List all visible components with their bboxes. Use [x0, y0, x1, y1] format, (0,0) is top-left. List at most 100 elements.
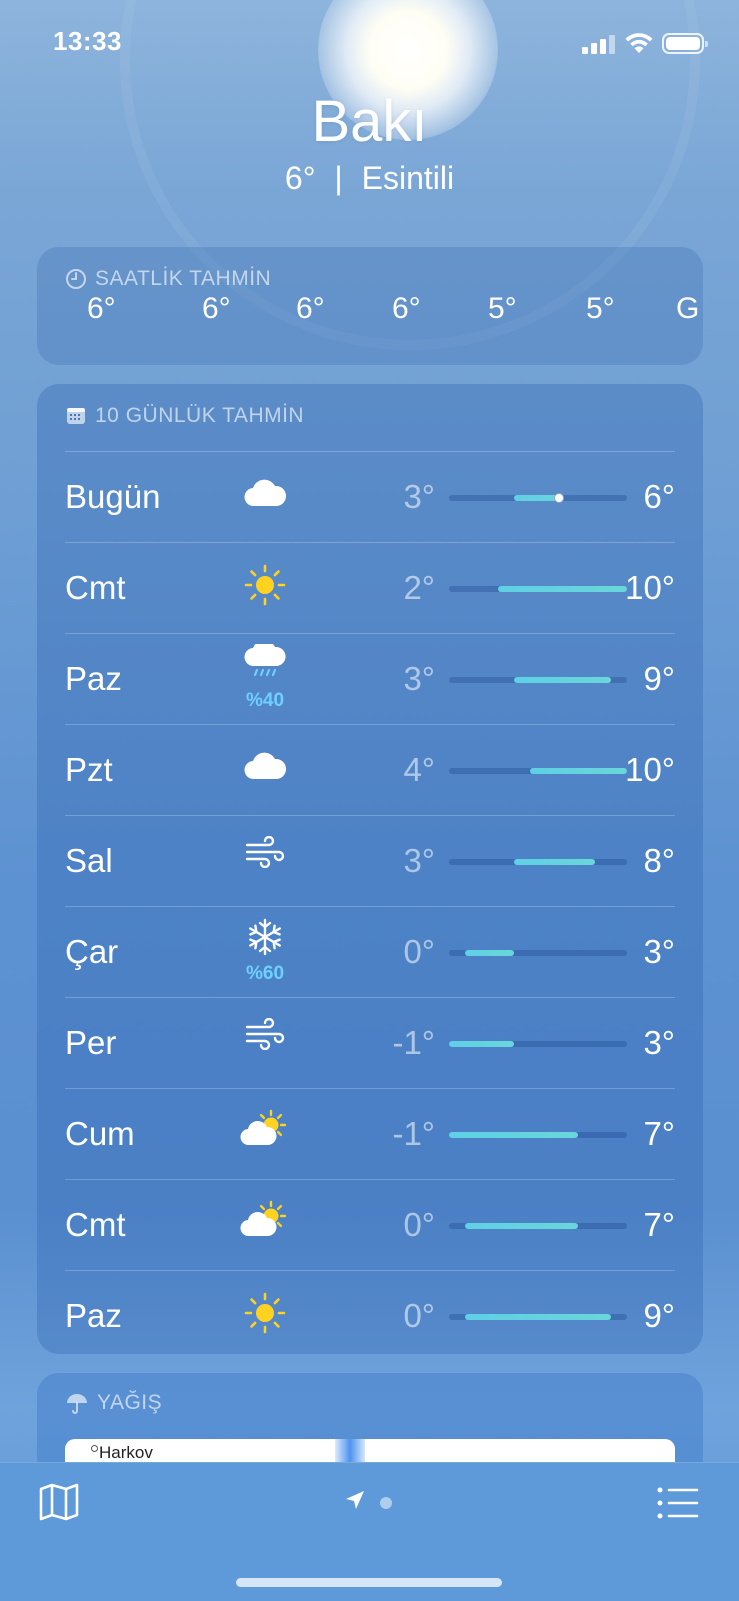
forecast-day: Per [65, 1024, 117, 1061]
low-temp: 4° [403, 751, 435, 788]
temp-range-bar [449, 1041, 627, 1047]
partly-cloudy-icon [235, 1198, 295, 1254]
tab-bar [0, 1462, 739, 1601]
temp-range-fill [513, 677, 611, 683]
high-temp: 3° [643, 933, 675, 970]
summary-separator: | [334, 160, 343, 196]
low-temp: -1° [392, 1115, 435, 1152]
forecast-row[interactable]: Bugün 3° 6° [65, 451, 675, 542]
temp-range-fill [465, 950, 514, 956]
signal-icon [582, 34, 616, 54]
list-icon[interactable] [657, 1487, 699, 1519]
home-indicator [236, 1578, 502, 1587]
temp-range-fill [513, 859, 595, 865]
map-city-label: Harkov [99, 1443, 153, 1462]
high-temp: 9° [643, 1297, 675, 1334]
hourly-title: SAATLİK TAHMİN [95, 267, 272, 290]
forecast-day: Çar [65, 933, 119, 970]
status-bar: 13:33 [0, 0, 739, 90]
low-temp: 0° [403, 1206, 435, 1243]
high-temp: 6° [643, 478, 675, 515]
forecast-row[interactable]: Cmt 0° 7° [65, 1179, 675, 1270]
high-temp: 7° [643, 1206, 675, 1243]
battery-icon [662, 33, 708, 54]
temp-range-fill [465, 1314, 611, 1320]
hourly-temp: 6° [202, 296, 231, 325]
cloud-icon [235, 470, 295, 526]
hourly-temp: G [676, 296, 700, 325]
forecast-row[interactable]: Paz %40 3° 9° [65, 633, 675, 724]
snowflake-icon: %60 [235, 918, 295, 984]
sun-icon [235, 1289, 295, 1345]
forecast-row[interactable]: Sal 3° 8° [65, 815, 675, 906]
hourly-temp: 6° [392, 296, 421, 325]
temp-range-bar [449, 1223, 627, 1229]
forecast-day: Bugün [65, 478, 161, 515]
daily-header: 10 GÜNLÜK TAHMİN [65, 404, 304, 428]
hourly-temp: 6° [296, 296, 325, 325]
cloud-rain-icon: %40 [235, 644, 295, 711]
temp-range-bar [449, 677, 627, 683]
forecast-row[interactable]: Pzt 4° 10° [65, 724, 675, 815]
umbrella-icon [67, 1394, 87, 1414]
low-temp: -1° [392, 1024, 435, 1061]
wifi-icon [625, 33, 653, 53]
precip-title: YAĞIŞ [97, 1391, 163, 1414]
low-temp: 3° [403, 660, 435, 697]
high-temp: 10° [625, 751, 675, 788]
temp-range-fill [497, 586, 627, 592]
low-temp: 2° [403, 569, 435, 606]
low-temp: 3° [403, 478, 435, 515]
temp-range-bar [449, 950, 627, 956]
forecast-day: Cmt [65, 1206, 126, 1243]
partly-cloudy-icon [235, 1107, 295, 1163]
current-condition: Esintili [361, 160, 455, 196]
forecast-day: Paz [65, 1297, 122, 1334]
current-summary: 6° | Esintili [0, 160, 739, 197]
hourly-temp: 6° [87, 296, 116, 325]
wind-icon [235, 1016, 295, 1072]
location-arrow-icon[interactable] [344, 1489, 366, 1511]
high-temp: 10° [625, 569, 675, 606]
temp-range-bar [449, 768, 627, 774]
low-temp: 3° [403, 842, 435, 879]
ten-day-forecast-card[interactable]: 10 GÜNLÜK TAHMİN Bugün 3° 6° Cmt 2° 10° Paz %40… [37, 384, 703, 1354]
hourly-header: SAATLİK TAHMİN [65, 267, 271, 291]
forecast-day: Cum [65, 1115, 135, 1152]
forecast-row[interactable]: Per -1° 3° [65, 997, 675, 1088]
high-temp: 9° [643, 660, 675, 697]
precip-chance: %60 [245, 963, 285, 984]
low-temp: 0° [403, 1297, 435, 1334]
daily-title: 10 GÜNLÜK TAHMİN [95, 404, 305, 427]
forecast-row[interactable]: Çar %60 0° 3° [65, 906, 675, 997]
temp-range-bar [449, 586, 627, 592]
current-temp-dot [554, 493, 565, 503]
city-name: Bakı [311, 89, 428, 154]
temp-range-bar [449, 493, 627, 503]
temp-range-fill [449, 1041, 514, 1047]
high-temp: 3° [643, 1024, 675, 1061]
forecast-row[interactable]: Cum -1° 7° [65, 1088, 675, 1179]
temp-range-bar [449, 1314, 627, 1320]
forecast-day: Cmt [65, 569, 126, 606]
forecast-row[interactable]: Cmt 2° 10° [65, 542, 675, 633]
high-temp: 7° [643, 1115, 675, 1152]
forecast-day: Pzt [65, 751, 113, 788]
precip-header: YAĞIŞ [65, 1391, 162, 1415]
forecast-row[interactable]: Paz 0° 9° [65, 1270, 675, 1354]
forecast-day: Sal [65, 842, 113, 879]
temp-range-bar [449, 1132, 627, 1138]
temp-range-fill [449, 1132, 579, 1138]
low-temp: 0° [403, 933, 435, 970]
page-indicator-dot[interactable] [380, 1497, 392, 1509]
temp-range-fill [529, 768, 627, 774]
hourly-temps-strip[interactable]: 6° 6° 6° 6° 5° 5° G [0, 296, 739, 326]
wind-icon [235, 834, 295, 890]
sun-icon [235, 561, 295, 617]
map-icon[interactable] [39, 1483, 79, 1521]
precip-chance: %40 [245, 690, 285, 711]
forecast-day: Paz [65, 660, 122, 697]
hourly-temp: 5° [586, 296, 615, 325]
map-pin-icon [91, 1445, 98, 1452]
daily-rows: Bugün 3° 6° Cmt 2° 10° Paz %40 3° 9° Pzt 4° 10° Sal 3°… [65, 451, 675, 1354]
